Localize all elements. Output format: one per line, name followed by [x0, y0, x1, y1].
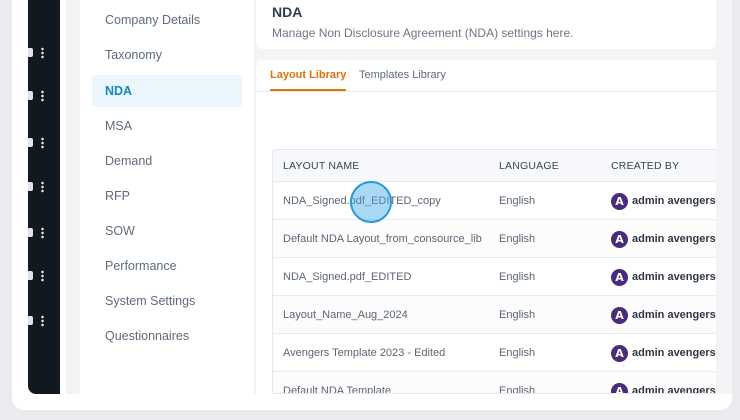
created-by: admin avengers	[611, 372, 716, 394]
layout-language: English	[499, 195, 536, 207]
table-row[interactable]: Layout_Name_Aug_2024 English admin aveng…	[273, 296, 716, 334]
tab-templates-library[interactable]: Templates Library	[359, 60, 446, 91]
sidebar-item-demand[interactable]: Demand	[92, 145, 242, 177]
table-row[interactable]: NDA_Signed.pdf_EDITED English admin aven…	[273, 258, 716, 296]
layout-name[interactable]: Avengers Template 2023 - Edited	[283, 334, 445, 372]
rail-item-7[interactable]	[28, 313, 60, 329]
kebab-menu-icon[interactable]	[41, 90, 44, 102]
kebab-menu-icon[interactable]	[41, 315, 44, 327]
sidebar-item-system-settings[interactable]: System Settings	[92, 285, 242, 317]
table-header: LAYOUT NAME LANGUAGE CREATED BY	[273, 150, 716, 182]
layout-language: English	[499, 271, 536, 283]
sidebar-item-nda[interactable]: NDA	[92, 75, 242, 107]
avengers-avatar-icon	[611, 192, 628, 210]
nav-icon	[28, 48, 33, 57]
kebab-menu-icon[interactable]	[41, 270, 44, 282]
layout-name[interactable]: Default NDA Layout_from_consource_lib	[283, 220, 482, 258]
avengers-avatar-icon	[611, 344, 628, 362]
sidebar-item-msa[interactable]: MSA	[92, 110, 242, 142]
creator-name: admin avengers	[632, 271, 716, 283]
tab-layout-library[interactable]: Layout Library	[270, 60, 347, 91]
settings-sidebar: Company Details Taxonomy NDA MSA Demand …	[80, 0, 254, 394]
creator-name: admin avengers	[632, 385, 716, 394]
page-header: NDA Manage Non Disclosure Agreement (NDA…	[256, 0, 716, 49]
kebab-menu-icon[interactable]	[41, 137, 44, 149]
table-row[interactable]: Default NDA Template English admin aveng…	[273, 372, 716, 394]
avengers-avatar-icon	[611, 382, 628, 393]
created-by: admin avengers	[611, 258, 716, 296]
nav-icon	[28, 271, 33, 280]
sidebar-item-taxonomy[interactable]: Taxonomy	[92, 39, 242, 71]
layout-language: English	[499, 347, 536, 359]
sidebar-item-company-details[interactable]: Company Details	[92, 4, 242, 36]
creator-name: admin avengers	[632, 233, 716, 245]
rail-item-1[interactable]	[28, 45, 60, 61]
layout-name[interactable]: NDA_Signed.pdf_EDITED	[283, 258, 411, 296]
library-panel: Layout Library Templates Library LAYOUT …	[256, 60, 716, 394]
nav-icon	[28, 182, 33, 191]
creator-name: admin avengers	[632, 347, 716, 359]
rail-item-3[interactable]	[28, 135, 60, 151]
sidebar-item-rfp[interactable]: RFP	[92, 180, 242, 212]
column-header-created-by[interactable]: CREATED BY	[611, 150, 679, 182]
created-by: admin avengers	[611, 296, 716, 334]
library-tabs: Layout Library Templates Library	[256, 60, 716, 92]
column-header-language[interactable]: LANGUAGE	[499, 150, 559, 182]
page-title: NDA	[272, 4, 303, 20]
creator-name: admin avengers	[632, 195, 716, 207]
nav-icon	[28, 228, 33, 237]
table-row[interactable]: NDA_Signed.pdf_EDITED_copy English admin…	[273, 182, 716, 220]
rail-item-5[interactable]	[28, 225, 60, 241]
sidebar-item-sow[interactable]: SOW	[92, 215, 242, 247]
layout-name[interactable]: Default NDA Template	[283, 372, 391, 393]
nav-icon	[28, 138, 33, 147]
layout-table: LAYOUT NAME LANGUAGE CREATED BY NDA_Sign…	[272, 149, 716, 394]
page-subtitle: Manage Non Disclosure Agreement (NDA) se…	[272, 26, 574, 40]
table-row[interactable]: Default NDA Layout_from_consource_lib En…	[273, 220, 716, 258]
rail-item-2[interactable]	[28, 88, 60, 104]
layout-language: English	[499, 233, 536, 245]
created-by: admin avengers	[611, 182, 716, 220]
rail-item-4[interactable]	[28, 179, 60, 195]
click-indicator	[350, 181, 392, 223]
icon-rail	[28, 0, 60, 394]
column-header-layout-name[interactable]: LAYOUT NAME	[283, 150, 360, 182]
nav-icon	[28, 316, 33, 325]
created-by: admin avengers	[611, 220, 716, 258]
layout-language: English	[499, 309, 536, 321]
nav-icon	[28, 91, 33, 100]
avengers-avatar-icon	[611, 268, 628, 286]
creator-name: admin avengers	[632, 309, 716, 321]
sidebar-item-questionnaires[interactable]: Questionnaires	[92, 320, 242, 352]
kebab-menu-icon[interactable]	[41, 227, 44, 239]
avengers-avatar-icon	[611, 306, 628, 324]
kebab-menu-icon[interactable]	[41, 47, 44, 59]
layout-name[interactable]: Layout_Name_Aug_2024	[283, 296, 408, 334]
table-row[interactable]: Avengers Template 2023 - Edited English …	[273, 334, 716, 372]
sidebar-item-performance[interactable]: Performance	[92, 250, 242, 282]
avengers-avatar-icon	[611, 230, 628, 248]
kebab-menu-icon[interactable]	[41, 181, 44, 193]
rail-item-6[interactable]	[28, 268, 60, 284]
layout-language: English	[499, 385, 536, 394]
created-by: admin avengers	[611, 334, 716, 372]
